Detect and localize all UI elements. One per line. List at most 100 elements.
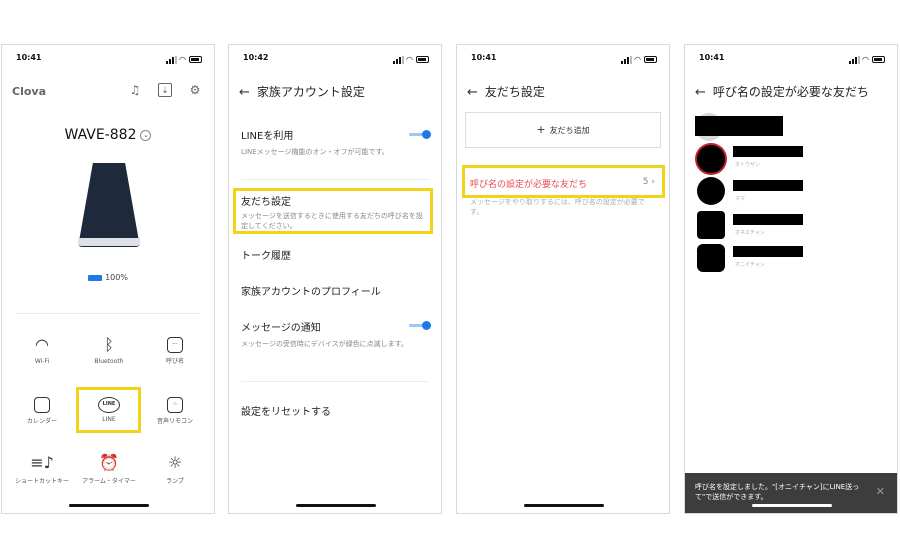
- remote-icon: ⁘: [167, 397, 183, 413]
- tile-voice-remote[interactable]: ⁘ 音声リモコン: [148, 395, 202, 435]
- setting-desc: LINEメッセージ機能のオン・オフが可能です。: [241, 148, 389, 156]
- music-note-icon[interactable]: ♫: [128, 83, 142, 97]
- notify-toggle[interactable]: [409, 321, 431, 330]
- toast-notification: 呼び名を設定しました。"[オニイチャン]にLINE送って"で送信ができます。 ✕: [685, 473, 897, 513]
- battery-icon: [88, 274, 103, 281]
- status-icons: ◠: [166, 55, 202, 64]
- tile-label: 音声リモコン: [156, 418, 193, 425]
- device-battery: 100%: [2, 273, 214, 282]
- signal-icon: [166, 56, 177, 64]
- wifi-status-icon: ◠: [179, 55, 186, 64]
- status-time: 10:41: [16, 53, 42, 62]
- divider: [241, 179, 429, 180]
- status-time: 10:41: [699, 53, 725, 62]
- back-arrow-icon[interactable]: ←: [239, 85, 250, 100]
- avatar[interactable]: [697, 177, 725, 205]
- redacted-name: [733, 180, 803, 191]
- highlight-box-friend-settings: [233, 188, 433, 234]
- tile-label: Bluetooth: [94, 358, 124, 365]
- signal-icon: [393, 56, 404, 64]
- status-icons: ◠: [393, 55, 429, 64]
- tile-wifi[interactable]: ◠ Wi-Fi: [15, 335, 69, 375]
- speech-bubble-icon: ···: [167, 337, 183, 353]
- page-title: 友だち設定: [484, 85, 545, 99]
- tile-label: ショートカットキー: [15, 478, 70, 485]
- redacted-name: [733, 214, 803, 225]
- divider: [16, 313, 200, 314]
- battery-status-icon: [872, 56, 885, 63]
- add-friend-button[interactable]: + 友だち追加: [465, 112, 661, 148]
- signal-icon: [621, 56, 632, 64]
- speaker-image: [78, 163, 140, 247]
- gear-icon[interactable]: ⚙: [188, 83, 202, 97]
- speaker-base: [78, 238, 140, 246]
- setting-title: メッセージの通知: [241, 323, 321, 334]
- friend-sublabel: オネエチャン: [735, 230, 765, 236]
- tile-lamp[interactable]: ☼ ランプ: [148, 453, 202, 493]
- divider: [241, 381, 429, 382]
- tile-alarm[interactable]: ⏰ アラーム・タイマー: [82, 453, 136, 493]
- status-time: 10:42: [243, 53, 269, 62]
- battery-percent: 100%: [105, 273, 128, 282]
- highlight-box-line: [76, 387, 141, 433]
- header-icons: ♫ ⇣ ⚙: [128, 83, 204, 99]
- friend-settings-screen: 10:41 ◠ ← 友だち設定 + 友だち追加 呼び名の設定が必要な友だち 5 › …: [456, 44, 670, 514]
- redacted-name: [733, 146, 803, 157]
- setting-talk-history[interactable]: トーク履歴: [241, 247, 429, 262]
- calendar-icon: [34, 397, 50, 413]
- back-arrow-icon[interactable]: ←: [695, 85, 706, 100]
- setting-title: 設定をリセットする: [241, 407, 331, 418]
- avatar[interactable]: [697, 244, 725, 272]
- toast-message: 呼び名を設定しました。"[オニイチャン]にLINE送って"で送信ができます。: [695, 483, 860, 501]
- bluetooth-icon: ᛒ: [104, 335, 114, 354]
- page-header: ← 呼び名の設定が必要な友だち: [695, 83, 869, 100]
- app-logo: Clova: [12, 85, 46, 98]
- device-home-screen: 10:41 ◠ Clova ♫ ⇣ ⚙ WAVE-882 ⌄ 100% ◠ Wi-…: [1, 44, 215, 514]
- signal-icon: [849, 56, 860, 64]
- device-name: WAVE-882: [64, 127, 137, 143]
- home-indicator: [296, 504, 376, 507]
- battery-status-icon: [416, 56, 429, 63]
- setting-title: 家族アカウントのプロフィール: [241, 287, 381, 298]
- tile-bluetooth[interactable]: ᛒ Bluetooth: [82, 335, 136, 375]
- wifi-status-icon: ◠: [634, 55, 641, 64]
- status-icons: ◠: [849, 55, 885, 64]
- setting-title: トーク履歴: [241, 251, 291, 262]
- status-bar: 10:41 ◠: [685, 53, 897, 67]
- status-bar: 10:41 ◠: [2, 53, 214, 67]
- tile-shortcut[interactable]: ≡♪ ショートカットキー: [15, 453, 69, 493]
- lamp-icon: ☼: [167, 453, 183, 472]
- tile-label: ランプ: [166, 478, 184, 485]
- home-indicator: [69, 504, 149, 507]
- wifi-status-icon: ◠: [862, 55, 869, 64]
- redacted-name: [733, 246, 803, 257]
- home-indicator: [524, 504, 604, 507]
- status-icons: ◠: [621, 55, 657, 64]
- tile-label: アラーム・タイマー: [82, 478, 136, 485]
- back-arrow-icon[interactable]: ←: [467, 85, 478, 100]
- tile-calendar[interactable]: カレンダー: [15, 395, 69, 435]
- page-title: 呼び名の設定が必要な友だち: [712, 85, 869, 99]
- download-icon[interactable]: ⇣: [158, 83, 172, 97]
- device-selector[interactable]: WAVE-882 ⌄: [2, 127, 214, 143]
- home-indicator: [752, 504, 832, 507]
- nickname-required-friends-screen: 10:41 ◠ ← 呼び名の設定が必要な友だち オトウサン ママ オネエチャン オ…: [684, 44, 898, 514]
- setting-desc: メッセージの受信時にデバイスが緑色に点滅します。: [241, 340, 408, 348]
- friend-sublabel: オニイチャン: [735, 262, 765, 268]
- avatar[interactable]: [697, 211, 725, 239]
- setting-profile[interactable]: 家族アカウントのプロフィール: [241, 283, 429, 298]
- close-icon[interactable]: ✕: [876, 485, 885, 498]
- friend-sublabel: ママ: [735, 196, 746, 202]
- line-use-toggle[interactable]: [409, 130, 431, 139]
- tile-nickname[interactable]: ··· 呼び名: [148, 335, 202, 375]
- status-time: 10:41: [471, 53, 497, 62]
- setting-notify[interactable]: メッセージの通知 メッセージの受信時にデバイスが緑色に点滅します。: [241, 319, 429, 349]
- avatar[interactable]: [697, 145, 725, 173]
- family-account-settings-screen: 10:42 ◠ ← 家族アカウント設定 LINEを利用 LINEメッセージ機能のオ…: [228, 44, 442, 514]
- redacted-name: [695, 116, 783, 136]
- reset-settings[interactable]: 設定をリセットする: [241, 403, 429, 418]
- alarm-clock-icon: ⏰: [99, 453, 119, 472]
- status-bar: 10:42 ◠: [229, 53, 441, 67]
- tile-label: 呼び名: [165, 358, 184, 365]
- setting-line-use[interactable]: LINEを利用 LINEメッセージ機能のオン・オフが可能です。: [241, 127, 429, 157]
